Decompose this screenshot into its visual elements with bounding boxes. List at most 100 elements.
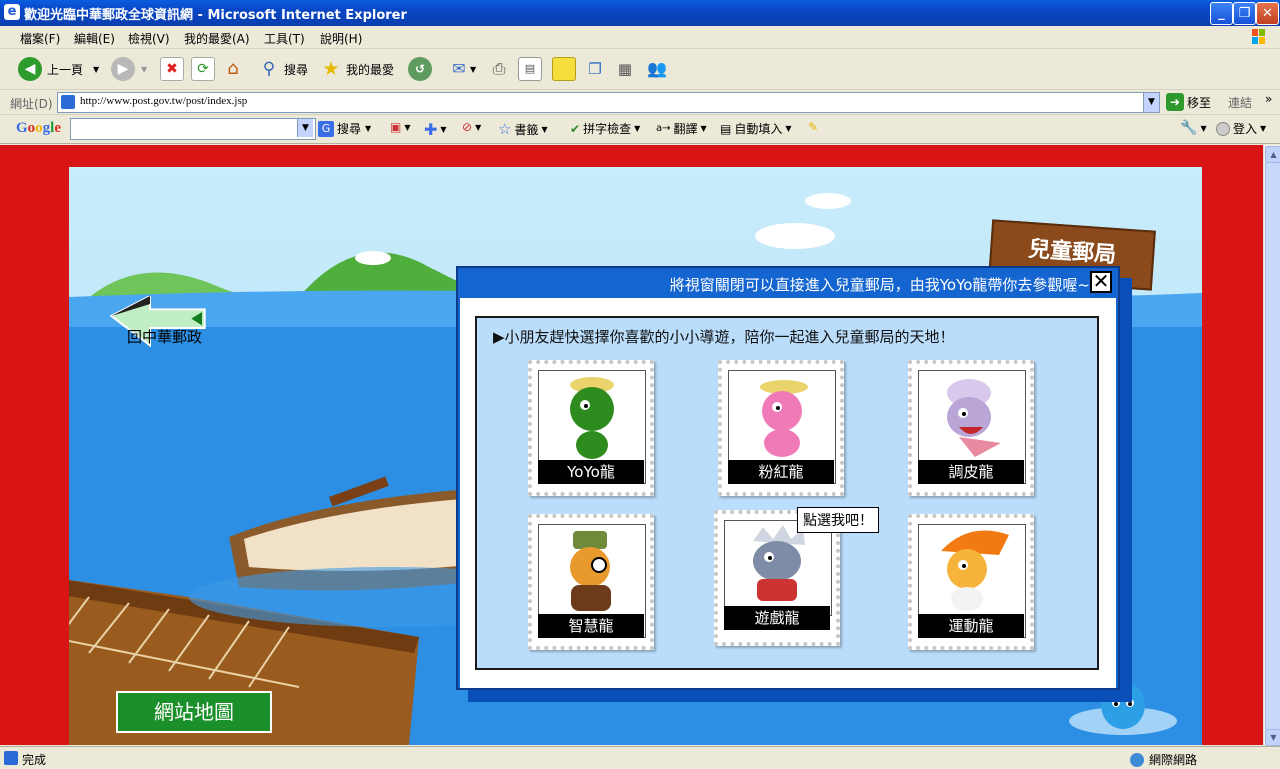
chevron-right-icon[interactable]: » bbox=[1265, 92, 1272, 106]
address-dropdown-button[interactable]: ▼ bbox=[1143, 92, 1160, 113]
translate-button[interactable]: a→ 翻譯 ▼ bbox=[656, 120, 707, 137]
title-bar: e 歡迎光臨中華郵政全球資訊網 - Microsoft Internet Exp… bbox=[0, 0, 1280, 26]
discuss-button[interactable] bbox=[552, 55, 576, 83]
guide-stamp-yoyo[interactable]: YoYo龍 bbox=[528, 360, 654, 496]
settings-button[interactable]: 🔧 ▼ bbox=[1180, 120, 1207, 136]
pink-dragon-icon bbox=[760, 380, 808, 457]
favorites-label: 我的最愛 bbox=[346, 62, 395, 77]
home-button[interactable]: ⌂ bbox=[222, 55, 244, 83]
guide-name: 智慧龍 bbox=[538, 614, 644, 638]
spellcheck-button[interactable]: ✔ 拼字檢查 ▼ bbox=[570, 120, 640, 137]
people-icon: 👥 bbox=[647, 59, 667, 78]
menu-favorites[interactable]: 我的最愛(A) bbox=[184, 30, 250, 47]
address-input[interactable]: http://www.post.gov.tw/post/index.jsp bbox=[57, 92, 1159, 113]
chevron-down-icon: ▼ bbox=[404, 122, 411, 132]
scroll-up-button[interactable]: ▲ bbox=[1265, 146, 1280, 163]
bookmarks-label: 書籤 bbox=[514, 122, 539, 137]
signin-button[interactable]: 登入 ▼ bbox=[1216, 120, 1266, 137]
check-icon: ✔ bbox=[570, 121, 581, 136]
sport-dragon-icon bbox=[941, 530, 1009, 611]
home-icon: ⌂ bbox=[227, 58, 239, 79]
news-button[interactable]: ▣ ▼ bbox=[390, 120, 411, 134]
go-button[interactable]: ➜ 移至 bbox=[1166, 93, 1211, 111]
refresh-button[interactable]: ⟳ bbox=[191, 55, 215, 83]
mail-icon: ✉ bbox=[452, 59, 466, 78]
news-icon: ▣ bbox=[390, 120, 402, 134]
forward-button[interactable]: ▶ ▼ bbox=[111, 55, 147, 83]
maximize-button[interactable]: ❐ bbox=[1233, 2, 1256, 25]
search-label: 搜尋 bbox=[284, 62, 309, 77]
chevron-down-icon: ▼ bbox=[470, 64, 477, 74]
search-button[interactable]: ⚲ 搜尋 bbox=[258, 55, 308, 83]
blocker-icon: ⊘ bbox=[462, 120, 473, 134]
google-logo[interactable]: Google bbox=[16, 120, 61, 137]
naughty-dragon-icon bbox=[947, 379, 1001, 457]
dialog-close-button[interactable]: ✕ bbox=[1090, 271, 1112, 293]
autofill-icon: ▤ bbox=[720, 121, 732, 136]
guide-stamp-pink[interactable]: 粉紅龍 bbox=[718, 360, 844, 496]
add-button[interactable]: ✚ ▼ bbox=[424, 120, 447, 139]
page-icon bbox=[61, 95, 75, 109]
go-label: 移至 bbox=[1187, 95, 1212, 110]
status-text: 完成 bbox=[22, 753, 47, 767]
star-outline-icon: ☆ bbox=[498, 120, 512, 138]
guide-stamp-wise[interactable]: 智慧龍 bbox=[528, 514, 654, 650]
popup-blocker-button[interactable]: ⊘ ▼ bbox=[462, 120, 481, 134]
menu-view[interactable]: 檢視(V) bbox=[128, 30, 170, 47]
menu-bar: 檔案(F) 編輯(E) 檢視(V) 我的最愛(A) 工具(T) 說明(H) bbox=[0, 26, 1280, 49]
bookmarks-button[interactable]: ☆ 書籤 ▼ bbox=[498, 120, 548, 138]
chevron-down-icon: ▼ bbox=[475, 122, 482, 132]
vertical-scrollbar[interactable]: ▲ ▼ bbox=[1263, 145, 1280, 746]
favorites-button[interactable]: ★ 我的最愛 bbox=[320, 55, 394, 83]
user-icon bbox=[1216, 121, 1230, 136]
guide-name: 粉紅龍 bbox=[728, 460, 834, 484]
guide-stamp-naughty[interactable]: 調皮龍 bbox=[908, 360, 1034, 496]
chevron-down-icon: ▼ bbox=[700, 124, 707, 133]
highlight-button[interactable]: ✎ bbox=[808, 120, 818, 134]
highlighter-icon: ✎ bbox=[808, 120, 819, 134]
guide-name: 運動龍 bbox=[918, 614, 1024, 638]
menu-file[interactable]: 檔案(F) bbox=[20, 30, 60, 47]
google-search-input[interactable] bbox=[70, 118, 316, 140]
sitemap-button[interactable]: 網站地圖 bbox=[116, 691, 272, 733]
research-button[interactable]: ▦ bbox=[614, 55, 636, 83]
scroll-thumb[interactable] bbox=[1265, 162, 1280, 730]
links-button[interactable]: 連結 bbox=[1228, 94, 1252, 111]
print-icon: ⎙ bbox=[492, 59, 506, 78]
chevron-down-icon: ▼ bbox=[785, 124, 792, 133]
print-button[interactable]: ⎙ bbox=[488, 55, 510, 83]
menu-tools[interactable]: 工具(T) bbox=[264, 30, 305, 47]
edit-button[interactable]: ▤ bbox=[518, 55, 542, 83]
mail-button[interactable]: ✉ ▼ bbox=[448, 55, 476, 83]
google-g-icon: G bbox=[318, 120, 334, 137]
chevron-down-icon: ▼ bbox=[440, 125, 447, 134]
scroll-down-button[interactable]: ▼ bbox=[1265, 729, 1280, 746]
history-button[interactable]: ↺ bbox=[408, 55, 432, 83]
google-toolbar: Google ▼ G 搜尋 ▼ ▣ ▼ ✚ ▼ ⊘ ▼ ☆ 書籤 ▼ ✔ 拼字檢查 ▼… bbox=[0, 115, 1280, 144]
contacts-button[interactable]: 👥 bbox=[646, 55, 668, 83]
note-icon bbox=[552, 57, 576, 81]
autofill-label: 自動填入 bbox=[734, 122, 783, 136]
stop-button[interactable]: ✖ bbox=[160, 55, 184, 83]
chevron-down-icon: ▼ bbox=[541, 124, 548, 134]
minimize-button[interactable]: _ bbox=[1210, 2, 1233, 25]
google-search-dropdown[interactable]: ▼ bbox=[297, 119, 313, 137]
star-icon: ★ bbox=[322, 58, 340, 80]
menu-edit[interactable]: 編輯(E) bbox=[74, 30, 115, 47]
window-title: 歡迎光臨中華郵政全球資訊網 - Microsoft Internet Explo… bbox=[24, 8, 407, 23]
google-search-button[interactable]: G 搜尋 ▼ bbox=[318, 120, 371, 137]
game-dragon-icon bbox=[753, 525, 805, 601]
address-url: http://www.post.gov.tw/post/index.jsp bbox=[80, 95, 248, 107]
dialog-instruction: ▶小朋友趕快選擇你喜歡的小小導遊，陪你一起進入兒童郵局的天地！ bbox=[493, 328, 955, 346]
back-to-post-label[interactable]: 回中華郵政 bbox=[127, 326, 202, 347]
guide-stamp-sport[interactable]: 運動龍 bbox=[908, 514, 1034, 650]
go-arrow-icon: ➜ bbox=[1166, 93, 1184, 111]
close-window-button[interactable]: ✕ bbox=[1256, 2, 1279, 25]
guide-name: 調皮龍 bbox=[918, 460, 1024, 484]
google-search-label: 搜尋 bbox=[337, 122, 362, 136]
autofill-button[interactable]: ▤ 自動填入 ▼ bbox=[720, 120, 792, 137]
back-button[interactable]: ◀ 上一頁 ▼ bbox=[18, 55, 99, 83]
messenger-button[interactable]: ❐ bbox=[584, 55, 606, 83]
cloud bbox=[755, 223, 835, 249]
menu-help[interactable]: 說明(H) bbox=[320, 30, 362, 47]
